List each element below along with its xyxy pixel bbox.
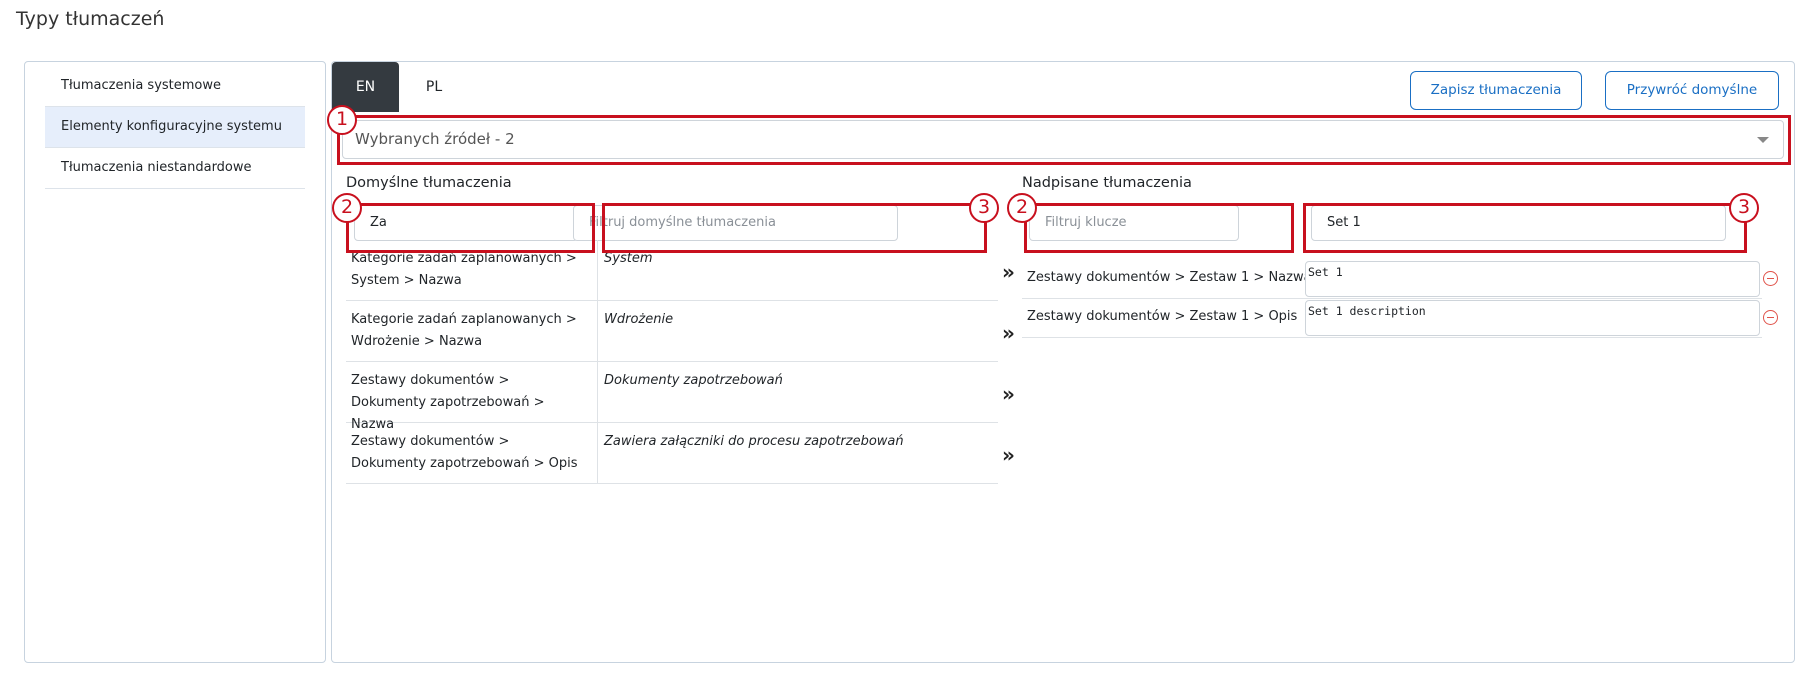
column-divider: [597, 362, 598, 423]
override-row-key: Zestawy dokumentów > Zestaw 1 > Opis: [1027, 309, 1298, 324]
default-translations-title: Domyślne tłumaczenia: [346, 175, 512, 191]
default-row-value: System: [604, 251, 653, 266]
default-row: Kategorie zadań zaplanowanych > Wdrożeni…: [346, 301, 998, 362]
double-chevron-right-icon[interactable]: »: [1002, 443, 1015, 467]
source-select-value: Wybranych źródeł - 2: [355, 130, 515, 148]
sidebar-item-system-translations[interactable]: Tłumaczenia systemowe: [45, 66, 305, 107]
annotation-badge: 3: [969, 193, 999, 223]
remove-circle-icon[interactable]: [1763, 271, 1778, 286]
default-row-value: Dokumenty zapotrzebowań: [604, 373, 783, 388]
default-row-value: Zawiera załączniki do procesu zapotrzebo…: [604, 434, 904, 449]
double-chevron-right-icon[interactable]: »: [1002, 321, 1015, 345]
annotation-badge: 1: [327, 105, 357, 135]
default-row-value: Wdrożenie: [604, 312, 674, 327]
column-divider: [597, 301, 598, 362]
annotation-badge: 2: [1007, 193, 1037, 223]
default-row: Zestawy dokumentów > Dokumenty zapotrzeb…: [346, 362, 998, 432]
default-row-key: Kategorie zadań zaplanowanych > Wdrożeni…: [351, 312, 577, 349]
override-key-filter-input[interactable]: Filtruj klucze: [1029, 205, 1239, 241]
default-row-key: Kategorie zadań zaplanowanych > System >…: [351, 251, 577, 288]
override-value-textarea[interactable]: Set 1 description: [1305, 300, 1760, 336]
override-value-textarea[interactable]: Set 1: [1305, 261, 1760, 297]
sidebar: Tłumaczenia systemowe Elementy konfigura…: [24, 61, 326, 663]
annotation-badge: 3: [1729, 193, 1759, 223]
override-row: Zestawy dokumentów > Zestaw 1 > Opis Set…: [1022, 299, 1762, 338]
caret-down-icon: [1757, 137, 1769, 143]
column-divider: [597, 423, 598, 484]
tab-pl[interactable]: PL: [402, 62, 466, 112]
page-title: Typy tłumaczeń: [16, 8, 165, 30]
save-translations-button[interactable]: Zapisz tłumaczenia: [1410, 71, 1582, 110]
default-row: Zestawy dokumentów > Dokumenty zapotrzeb…: [346, 423, 998, 484]
main-panel: EN PL Zapisz tłumaczenia Przywróć domyśl…: [331, 61, 1795, 663]
source-select[interactable]: Wybranych źródeł - 2: [342, 120, 1784, 159]
column-divider: [597, 240, 598, 301]
remove-circle-icon[interactable]: [1763, 310, 1778, 325]
override-value-filter-input[interactable]: Set 1: [1311, 205, 1726, 241]
sidebar-item-config-elements[interactable]: Elementy konfiguracyjne systemu: [45, 107, 305, 148]
overridden-translations-title: Nadpisane tłumaczenia: [1022, 175, 1192, 191]
default-row-key: Zestawy dokumentów > Dokumenty zapotrzeb…: [351, 434, 578, 471]
sidebar-item-custom-translations[interactable]: Tłumaczenia niestandardowe: [45, 148, 305, 189]
double-chevron-right-icon[interactable]: »: [1002, 260, 1015, 284]
override-row: Zestawy dokumentów > Zestaw 1 > Nazwa Se…: [1022, 260, 1762, 299]
restore-defaults-button[interactable]: Przywróć domyślne: [1605, 71, 1779, 110]
default-row: Kategorie zadań zaplanowanych > System >…: [346, 240, 998, 301]
default-value-filter-input[interactable]: Filtruj domyślne tłumaczenia: [573, 205, 898, 241]
default-key-filter-input[interactable]: Za: [354, 205, 578, 241]
annotation-badge: 2: [332, 193, 362, 223]
double-chevron-right-icon[interactable]: »: [1002, 382, 1015, 406]
override-row-key: Zestawy dokumentów > Zestaw 1 > Nazwa: [1027, 270, 1312, 285]
